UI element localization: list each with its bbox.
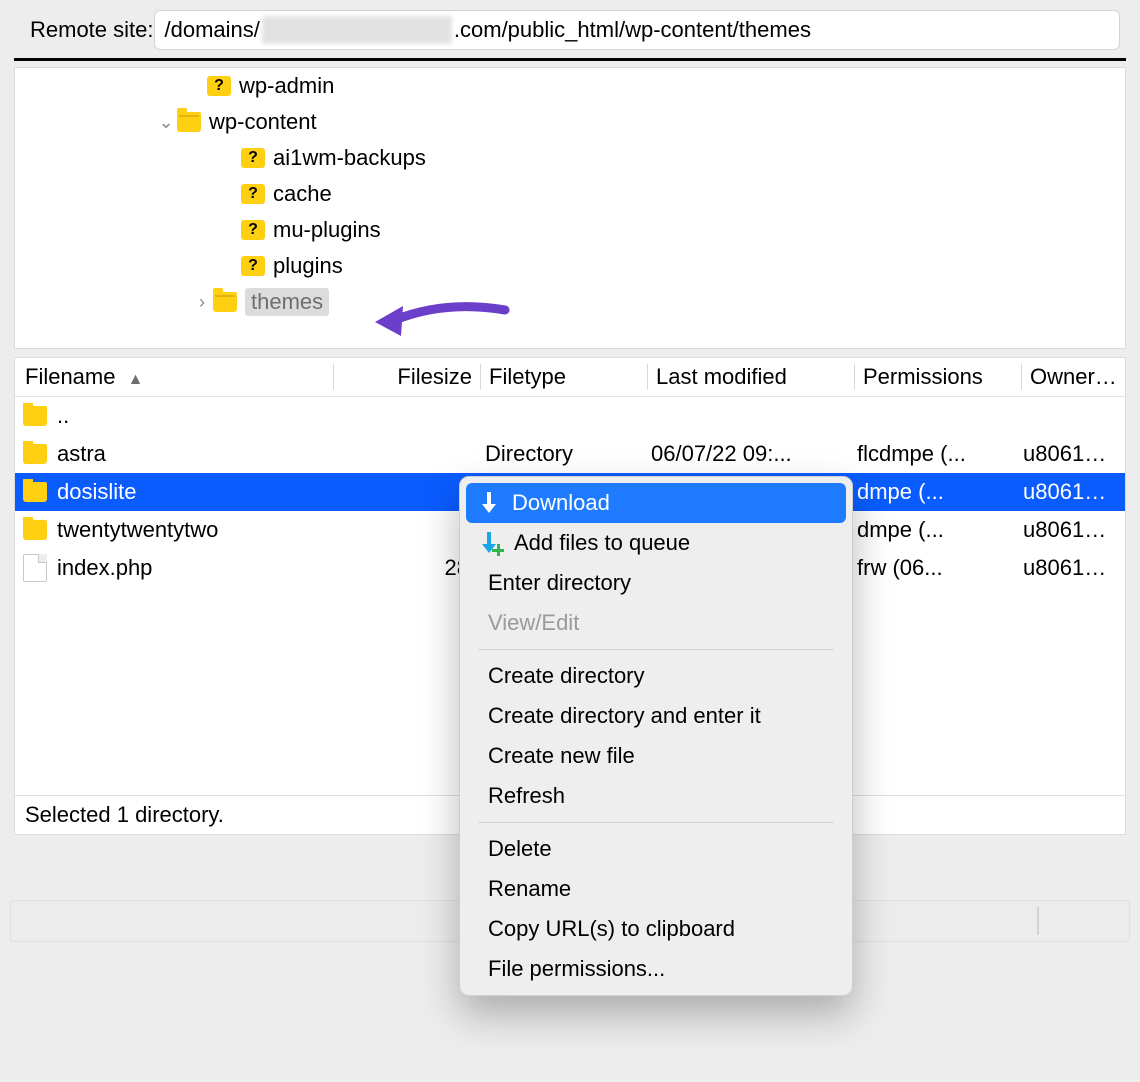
menu-item-label: Create directory	[488, 663, 645, 689]
menu-item-label: Delete	[488, 836, 552, 862]
table-row[interactable]: astra Directory06/07/22 09:...flcdmpe (..…	[15, 435, 1125, 473]
cell-filename: astra	[15, 441, 331, 467]
col-permissions[interactable]: Permissions	[855, 364, 1021, 390]
cell-filesize: 28	[331, 555, 477, 581]
menu-item-label: File permissions...	[488, 956, 665, 982]
menu-item[interactable]: Create new file	[466, 736, 846, 776]
tree-item-label: mu-plugins	[273, 217, 381, 243]
tree-item[interactable]: plugins	[15, 248, 1125, 284]
cell-owner-group: u8061490...	[1015, 517, 1125, 543]
sort-asc-icon: ▲	[128, 371, 144, 388]
col-owner-group[interactable]: Owner/Group	[1022, 364, 1125, 390]
tree-item-label: themes	[245, 288, 329, 316]
remote-tree[interactable]: wp-admin ⌄ wp-content ai1wm-backups cache mu-…	[14, 67, 1126, 349]
cell-filename: ..	[15, 403, 331, 429]
redacted-domain	[262, 16, 452, 44]
menu-item-label: Rename	[488, 876, 571, 902]
menu-item[interactable]: Refresh	[466, 776, 846, 816]
menu-item-label: Enter directory	[488, 570, 631, 596]
menu-item-label: Create new file	[488, 743, 635, 769]
tree-item[interactable]: ai1wm-backups	[15, 140, 1125, 176]
chevron-right-icon[interactable]: ›	[191, 292, 213, 313]
folder-unknown-icon	[241, 256, 265, 276]
menu-separator	[478, 649, 834, 650]
menu-item[interactable]: Copy URL(s) to clipboard	[466, 909, 846, 949]
cell-last-modified: 06/07/22 09:...	[643, 441, 849, 467]
tree-item-label: cache	[273, 181, 332, 207]
table-row[interactable]: ..	[15, 397, 1125, 435]
menu-item[interactable]: Add files to queue	[466, 523, 846, 563]
tree-item[interactable]: cache	[15, 176, 1125, 212]
cell-filename: index.php	[15, 554, 331, 582]
menu-item[interactable]: Download	[466, 483, 846, 523]
file-icon	[23, 554, 47, 582]
cell-permissions: frw (06...	[849, 555, 1015, 581]
filename-label: astra	[57, 441, 106, 467]
col-filename-label: Filename	[25, 364, 115, 389]
folder-unknown-icon	[241, 184, 265, 204]
filename-label: dosislite	[57, 479, 136, 505]
col-last-modified[interactable]: Last modified	[648, 364, 854, 390]
chevron-down-icon[interactable]: ⌄	[155, 112, 177, 133]
cell-filename: twentytwentytwo	[15, 517, 331, 543]
tree-item-label: wp-content	[209, 109, 317, 135]
menu-item[interactable]: Create directory and enter it	[466, 696, 846, 736]
cell-permissions: dmpe (...	[849, 517, 1015, 543]
folder-unknown-icon	[207, 76, 231, 96]
menu-item-label: Copy URL(s) to clipboard	[488, 916, 735, 942]
menu-item-label: Download	[512, 490, 610, 516]
panel-divider	[1037, 907, 1039, 935]
remote-site-bar: Remote site: /domains/ .com/public_html/…	[0, 0, 1140, 56]
folder-unknown-icon	[241, 148, 265, 168]
menu-item[interactable]: Rename	[466, 869, 846, 909]
folder-icon	[23, 444, 47, 464]
folder-icon	[23, 520, 47, 540]
folder-unknown-icon	[241, 220, 265, 240]
menu-item: View/Edit	[466, 603, 846, 643]
folder-icon	[23, 482, 47, 502]
folder-icon	[177, 112, 201, 132]
filename-label: ..	[57, 403, 69, 429]
menu-separator	[478, 822, 834, 823]
tree-item-label: plugins	[273, 253, 343, 279]
tree-item-label: wp-admin	[239, 73, 334, 99]
cell-owner-group: u8061490...	[1015, 479, 1125, 505]
col-filetype[interactable]: Filetype	[481, 364, 647, 390]
cell-permissions: flcdmpe (...	[849, 441, 1015, 467]
menu-item-label: View/Edit	[488, 610, 579, 636]
menu-item-label: Create directory and enter it	[488, 703, 761, 729]
menu-item[interactable]: File permissions...	[466, 949, 846, 989]
cell-permissions: dmpe (...	[849, 479, 1015, 505]
filename-label: twentytwentytwo	[57, 517, 218, 543]
remote-path-input[interactable]: /domains/ .com/public_html/wp-content/th…	[154, 10, 1121, 50]
cell-filename: dosislite	[15, 479, 331, 505]
folder-icon	[213, 292, 237, 312]
menu-item[interactable]: Delete	[466, 829, 846, 869]
remote-site-label: Remote site:	[30, 17, 154, 43]
folder-icon	[23, 406, 47, 426]
download-icon	[480, 492, 498, 514]
cell-owner-group: u8061490...	[1015, 555, 1125, 581]
menu-item[interactable]: Create directory	[466, 656, 846, 696]
column-headers[interactable]: Filename ▲ Filesize Filetype Last modifi…	[15, 358, 1125, 397]
tree-item[interactable]: mu-plugins	[15, 212, 1125, 248]
col-filename[interactable]: Filename ▲	[15, 364, 333, 390]
tree-item[interactable]: › themes	[15, 284, 1125, 320]
top-divider	[14, 58, 1126, 61]
filename-label: index.php	[57, 555, 152, 581]
cell-owner-group: u8061490...	[1015, 441, 1125, 467]
menu-item-label: Add files to queue	[514, 530, 690, 556]
remote-path-prefix: /domains/	[165, 17, 260, 43]
menu-item[interactable]: Enter directory	[466, 563, 846, 603]
menu-item-label: Refresh	[488, 783, 565, 809]
tree-item[interactable]: ⌄ wp-content	[15, 104, 1125, 140]
remote-path-suffix: .com/public_html/wp-content/themes	[454, 17, 811, 43]
add-to-queue-icon	[480, 532, 500, 554]
tree-item-label: ai1wm-backups	[273, 145, 426, 171]
context-menu[interactable]: Download Add files to queue Enter director…	[459, 476, 853, 996]
col-filesize[interactable]: Filesize	[334, 364, 480, 390]
tree-item[interactable]: wp-admin	[15, 68, 1125, 104]
cell-filetype: Directory	[477, 441, 643, 467]
